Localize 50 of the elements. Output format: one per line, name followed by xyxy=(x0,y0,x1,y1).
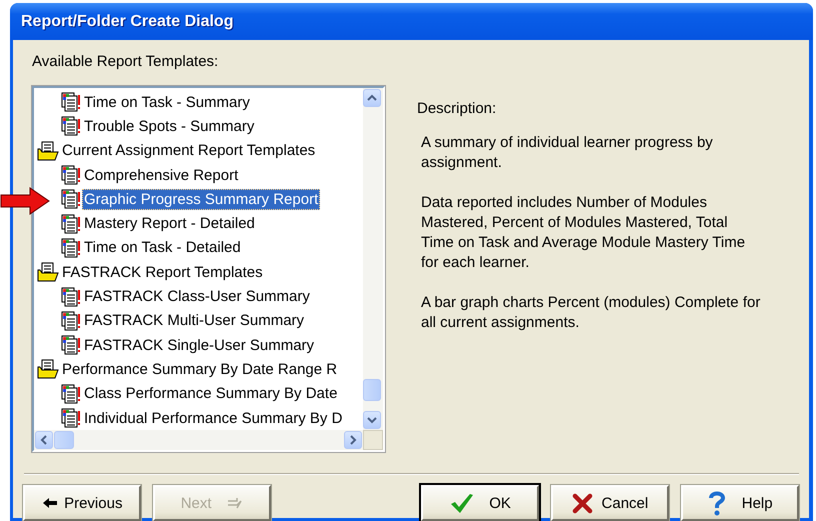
tree-item[interactable]: Class Performance Summary By Date xyxy=(82,383,340,404)
ok-button[interactable]: OK xyxy=(421,485,539,521)
report-icon xyxy=(61,92,81,112)
tree-item[interactable]: Current Assignment Report Templates xyxy=(60,140,318,162)
report-icon xyxy=(61,214,81,234)
report-icon xyxy=(61,165,81,186)
report-icon xyxy=(61,238,81,258)
scrollbar-corner xyxy=(363,430,383,450)
report-icon xyxy=(61,408,81,428)
arrow-left-icon xyxy=(42,497,58,509)
window-title: Report/Folder Create Dialog xyxy=(21,12,234,30)
cancel-button[interactable]: Cancel xyxy=(551,485,669,521)
report-icon xyxy=(61,189,81,210)
scroll-up-button[interactable] xyxy=(363,89,381,107)
vertical-scrollbar[interactable] xyxy=(363,88,383,430)
cancel-icon xyxy=(572,492,593,514)
scroll-right-button[interactable] xyxy=(344,431,362,449)
horizontal-scrollbar[interactable] xyxy=(34,430,363,450)
help-icon xyxy=(707,490,728,516)
scroll-thumb[interactable] xyxy=(54,431,74,449)
report-icon xyxy=(61,335,81,356)
scroll-thumb[interactable] xyxy=(363,379,381,401)
templates-label: Available Report Templates: xyxy=(32,53,220,71)
tree-item[interactable]: Time on Task - Detailed xyxy=(82,237,243,258)
previous-button[interactable]: Previous xyxy=(23,485,141,521)
help-button[interactable]: Help xyxy=(681,485,799,521)
checkmark-icon xyxy=(449,492,474,514)
tree-item[interactable]: Individual Performance Summary By D xyxy=(82,408,344,428)
scroll-left-button[interactable] xyxy=(35,431,53,449)
scroll-down-button[interactable] xyxy=(363,411,381,429)
description-heading: Description: xyxy=(417,100,498,117)
tree-item[interactable]: FASTRACK Report Templates xyxy=(60,262,265,283)
report-icon xyxy=(61,286,81,307)
arrow-icon xyxy=(0,187,50,215)
arrow-right-icon xyxy=(227,496,244,510)
tree-item[interactable]: Graphic Progress Summary Report xyxy=(82,188,320,210)
tree-item[interactable]: FASTRACK Multi-User Summary xyxy=(82,310,306,332)
description-text: A summary of individual learner progress by assignment. xyxy=(421,133,714,173)
tree-item[interactable]: FASTRACK Class-User Summary xyxy=(82,286,312,308)
report-icon xyxy=(61,116,81,136)
report-icon xyxy=(61,384,81,404)
tree-item[interactable]: Performance Summary By Date Range R xyxy=(60,358,340,380)
tree-item[interactable]: Time on Task - Summary xyxy=(82,92,252,113)
report-icon xyxy=(61,310,81,331)
tree-item[interactable]: Trouble Spots - Summary xyxy=(82,116,256,137)
tree-item[interactable]: Comprehensive Report xyxy=(82,164,240,186)
tree-item[interactable]: FASTRACK Single-User Summary xyxy=(82,334,316,356)
description-text: Data reported includes Number of Modules Mastered, Percent of Modules Mastered, Total Time on Task and Average Module Mastery Time for each learner. xyxy=(421,193,746,273)
description-text: A bar graph charts Percent (modules) Complete for all current assignments. xyxy=(421,293,762,333)
tree-item[interactable]: Mastery Report - Detailed xyxy=(82,213,257,234)
